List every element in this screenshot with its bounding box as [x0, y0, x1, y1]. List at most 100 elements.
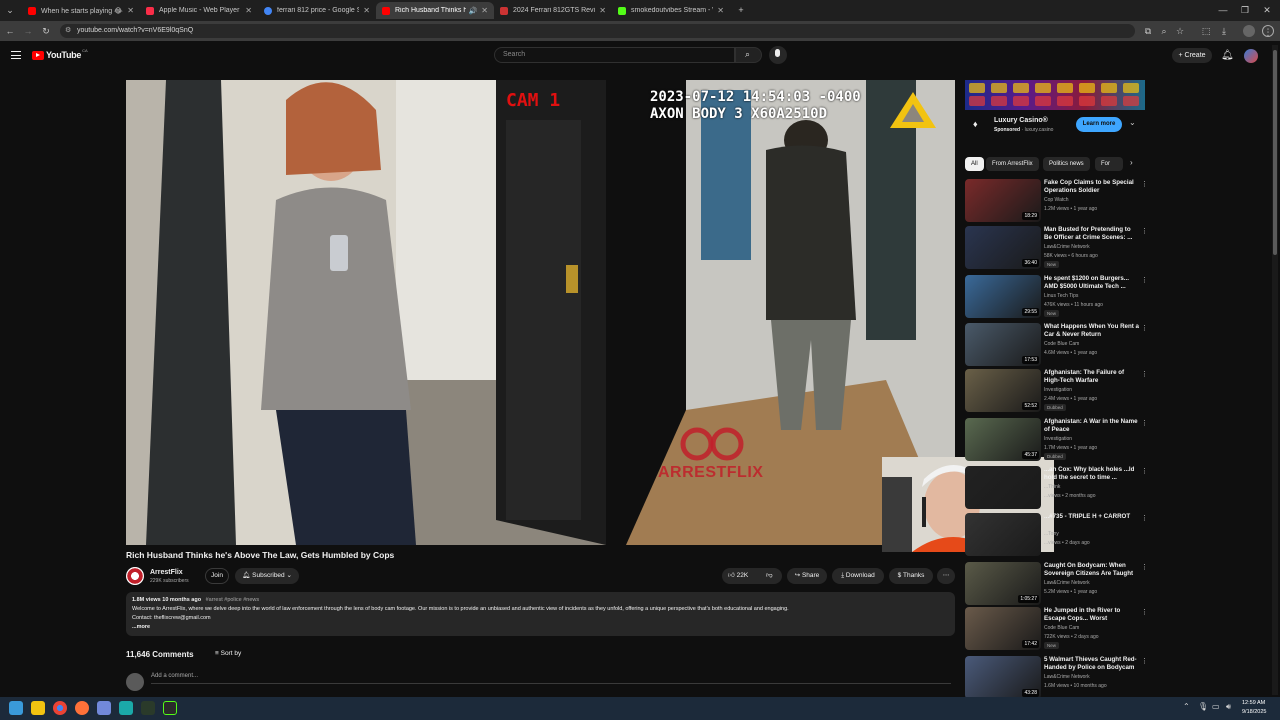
- site-info-icon[interactable]: ⚙: [65, 24, 71, 38]
- recommended-title[interactable]: Afghanistan: The Failure of High-Tech Wa…: [1044, 369, 1139, 385]
- video-thumbnail[interactable]: 43:28: [965, 656, 1041, 699]
- join-button[interactable]: Join: [205, 568, 229, 584]
- browser-tab[interactable]: ferrari 812 price - Google Search ✕: [258, 2, 376, 19]
- back-icon[interactable]: ←: [4, 25, 16, 37]
- reload-icon[interactable]: ↻: [40, 25, 52, 37]
- recommended-title[interactable]: ...#735 - TRIPLE H + CARROT: [1044, 513, 1139, 521]
- recommended-video[interactable]: 17:53 What Happens When You Rent a Car & …: [965, 323, 1148, 367]
- firefox-icon[interactable]: [75, 701, 89, 715]
- video-thumbnail[interactable]: 45:37: [965, 418, 1041, 461]
- search-input[interactable]: Search: [494, 47, 735, 63]
- video-player[interactable]: CAM 1 2023-07-12 14:54:03 -0400 AXON BOD…: [126, 80, 955, 545]
- recommended-channel[interactable]: Linus Tech Tips: [1044, 293, 1078, 299]
- recommended-video[interactable]: 52:52 Afghanistan: The Failure of High-Te…: [965, 369, 1148, 413]
- file-explorer-icon[interactable]: [31, 701, 45, 715]
- page-scrollbar[interactable]: [1272, 45, 1278, 695]
- video-thumbnail[interactable]: [965, 513, 1041, 556]
- chip-from-channel[interactable]: From ArrestFlix: [986, 157, 1039, 171]
- more-vert-icon[interactable]: ⋮: [1141, 276, 1148, 284]
- recommended-channel[interactable]: ...Tony: [1044, 531, 1059, 537]
- recommended-channel[interactable]: Investigation: [1044, 436, 1072, 442]
- tab-search-icon[interactable]: ⌄: [4, 4, 16, 16]
- recommended-video[interactable]: 29:55 He spent $1200 on Burgers... AMD $5…: [965, 275, 1148, 319]
- more-vert-icon[interactable]: ⋮: [1141, 324, 1148, 332]
- recommended-title[interactable]: Man Busted for Pretending to Be Officer …: [1044, 226, 1139, 242]
- recommended-title[interactable]: He Jumped in the River to Escape Cops...…: [1044, 607, 1139, 623]
- video-thumbnail[interactable]: 17:42: [965, 607, 1041, 650]
- video-thumbnail[interactable]: 17:53: [965, 323, 1041, 366]
- restore-icon[interactable]: ❐: [1239, 4, 1251, 16]
- recommended-video[interactable]: ...#735 - TRIPLE H + CARROT ...Tony ...vie…: [965, 513, 1148, 557]
- recommended-video[interactable]: 18:29 Fake Cop Claims to be Special Opera…: [965, 179, 1148, 223]
- minimize-icon[interactable]: —: [1217, 4, 1229, 16]
- scrollbar-thumb[interactable]: [1273, 50, 1277, 255]
- mic-tray-icon[interactable]: 🎙︎: [1198, 702, 1208, 711]
- subscribed-button[interactable]: 🔔︎ Subscribed ⌄: [235, 568, 299, 584]
- ad-learn-more-button[interactable]: Learn more: [1076, 117, 1122, 132]
- video-thumbnail[interactable]: 36:40: [965, 226, 1041, 269]
- browser-tab[interactable]: smokedoutvibes Stream - Watc ✕: [612, 2, 730, 19]
- more-vert-icon[interactable]: ⋮: [1141, 180, 1148, 188]
- more-vert-icon[interactable]: ⋮: [1141, 657, 1148, 665]
- app-icon[interactable]: [119, 701, 133, 715]
- recommended-channel[interactable]: Investigation: [1044, 387, 1072, 393]
- browser-tab[interactable]: When he starts playing 😂😂 ✕: [22, 2, 140, 19]
- chip-politics-news[interactable]: Politics news: [1043, 157, 1090, 171]
- recommended-video[interactable]: ...an Cox: Why black holes ...ld hold th…: [965, 466, 1148, 510]
- tray-chevron-icon[interactable]: ⌃: [1183, 702, 1190, 711]
- address-bar[interactable]: ⚙ youtube.com/watch?v=nV6E9l0qSnQ: [60, 24, 1135, 38]
- thanks-button[interactable]: $ Thanks: [889, 568, 933, 584]
- install-app-icon[interactable]: ⧉: [1142, 25, 1154, 37]
- more-vert-icon[interactable]: ⋮: [1141, 370, 1148, 378]
- recommended-title[interactable]: He spent $1200 on Burgers... AMD $5000 U…: [1044, 275, 1139, 291]
- recommended-channel[interactable]: Cop Watch: [1044, 197, 1069, 203]
- account-avatar[interactable]: [1244, 49, 1258, 63]
- ad-banner[interactable]: [965, 80, 1145, 110]
- clock-time[interactable]: 12:59 AM: [1242, 700, 1265, 706]
- more-vert-icon[interactable]: ⋮: [1141, 419, 1148, 427]
- app-icon[interactable]: [141, 701, 155, 715]
- recommended-video[interactable]: 43:28 5 Walmart Thieves Caught Red-Handed…: [965, 656, 1148, 700]
- bookmark-star-icon[interactable]: ☆: [1174, 25, 1186, 37]
- browser-tab[interactable]: Apple Music - Web Player ✕: [140, 2, 258, 19]
- download-button[interactable]: ⤓ Download: [832, 568, 884, 584]
- chrome-icon[interactable]: [53, 701, 67, 715]
- recommended-channel[interactable]: Law&Crime Network: [1044, 580, 1090, 586]
- recommended-title[interactable]: Afghanistan: A War in the Name of Peace: [1044, 418, 1139, 434]
- profile-avatar[interactable]: [1243, 25, 1255, 37]
- close-tab-icon[interactable]: ✕: [245, 6, 252, 15]
- extensions-icon[interactable]: ⬚: [1200, 25, 1212, 37]
- recommended-video[interactable]: 1:05:27 Caught On Bodycam: When Sovereign…: [965, 562, 1148, 606]
- recommended-channel[interactable]: Code Blue Cam: [1044, 341, 1079, 347]
- windows-start-icon[interactable]: [9, 701, 23, 715]
- recommended-video[interactable]: 17:42 He Jumped in the River to Escape Co…: [965, 607, 1148, 651]
- downloads-icon[interactable]: ⤓: [1218, 25, 1230, 37]
- create-button[interactable]: + Create: [1172, 48, 1212, 63]
- share-button[interactable]: ↪ Share: [787, 568, 827, 584]
- description-box[interactable]: 1.8M views 10 months ago #arrest #police…: [126, 592, 955, 636]
- video-thumbnail[interactable]: [965, 466, 1041, 509]
- recommended-channel[interactable]: Code Blue Cam: [1044, 625, 1079, 631]
- like-button[interactable]: 👍︎ 22K: [728, 568, 748, 584]
- network-icon[interactable]: ▭: [1212, 702, 1220, 711]
- volume-icon[interactable]: 🔊︎: [1226, 702, 1231, 712]
- ad-expand-chevron-icon[interactable]: ⌄: [1129, 118, 1136, 127]
- video-thumbnail[interactable]: 18:29: [965, 179, 1041, 222]
- description-more-link[interactable]: ...more: [132, 624, 150, 630]
- video-thumbnail[interactable]: 29:55: [965, 275, 1041, 318]
- hashtags[interactable]: #arrest #police #news: [206, 597, 260, 603]
- sort-by-button[interactable]: ≡ Sort by: [215, 650, 241, 657]
- video-thumbnail[interactable]: 1:05:27: [965, 562, 1041, 605]
- more-vert-icon[interactable]: ⋮: [1141, 227, 1148, 235]
- close-tab-icon[interactable]: ✕: [127, 6, 134, 15]
- dislike-button[interactable]: 👎︎: [766, 568, 773, 584]
- close-window-icon[interactable]: ✕: [1261, 4, 1273, 16]
- close-tab-icon[interactable]: ✕: [363, 6, 370, 15]
- speaker-icon[interactable]: 🔊: [469, 7, 478, 15]
- clock-date[interactable]: 9/18/2025: [1242, 709, 1266, 715]
- chips-next-chevron-icon[interactable]: ›: [1130, 158, 1133, 167]
- kick-icon[interactable]: [163, 701, 177, 715]
- recommended-channel[interactable]: Law&Crime Network: [1044, 674, 1090, 680]
- chip-for-you[interactable]: For yo: [1095, 157, 1123, 171]
- more-vert-icon[interactable]: ⋮: [1141, 514, 1148, 522]
